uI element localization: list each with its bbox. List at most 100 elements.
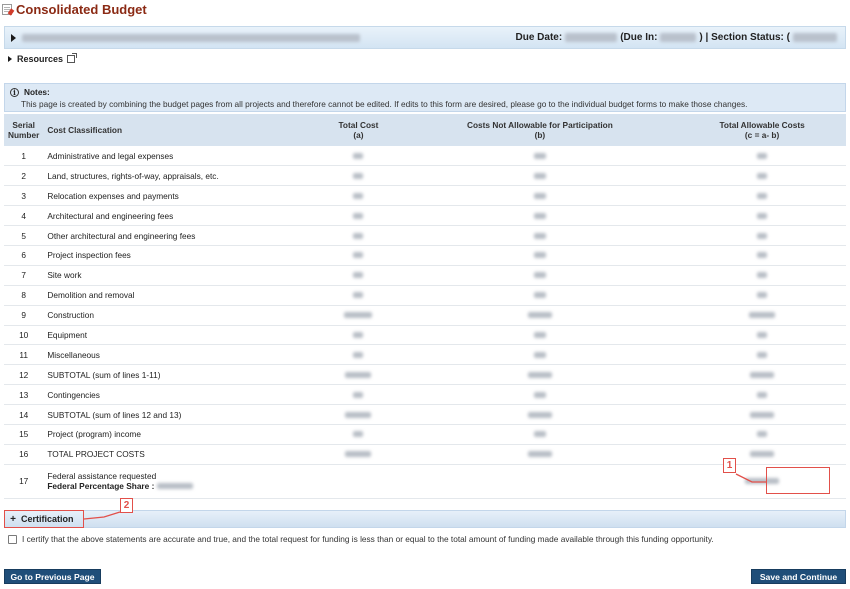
header-total-allowable: Total Allowable Costs (c = a- b)	[678, 114, 846, 146]
callout-badge-1: 1	[723, 458, 736, 473]
redacted-value	[533, 292, 546, 299]
redacted-value	[757, 351, 768, 358]
redacted-value	[353, 391, 364, 398]
cost-classification: Contingencies	[43, 384, 316, 406]
redacted-value	[533, 172, 546, 179]
allowable-cell	[678, 325, 846, 346]
redacted-value	[757, 152, 768, 159]
serial-number: 6	[4, 245, 44, 266]
table-row: 14 SUBTOTAL (sum of lines 12 and 13)	[4, 404, 846, 425]
total-cost-cell	[315, 305, 402, 326]
table-row: 10 Equipment	[4, 325, 846, 346]
table-row-federal-assistance: 17 Federal assistance requested Federal …	[4, 464, 846, 499]
redacted-value	[353, 252, 364, 259]
allowable-cell	[678, 265, 846, 286]
redacted-value	[757, 391, 768, 398]
redacted-value	[533, 232, 546, 239]
serial-number: 7	[4, 265, 44, 286]
allowable-cell	[678, 305, 846, 326]
total-cost-cell	[315, 404, 402, 425]
certification-statement: I certify that the above statements are …	[22, 534, 714, 544]
serial-number: 8	[4, 285, 44, 306]
redacted-due-date	[565, 33, 618, 42]
table-row: 13 Contingencies	[4, 384, 846, 406]
serial-number: 3	[4, 185, 44, 207]
certification-statement-row[interactable]: I certify that the above statements are …	[8, 534, 714, 544]
page-title: Consolidated Budget	[16, 1, 147, 17]
allowable-cell	[678, 205, 846, 227]
not-allowable-cell	[401, 285, 679, 306]
redacted-value	[353, 152, 364, 159]
table-row: 11 Miscellaneous	[4, 344, 846, 366]
allowable-cell	[678, 384, 846, 406]
table-row: 1 Administrative and legal expenses	[4, 146, 846, 167]
previous-page-button[interactable]: Go to Previous Page	[4, 569, 101, 584]
info-icon: i	[10, 87, 19, 97]
allowable-cell	[678, 404, 846, 425]
redacted-value	[757, 431, 768, 438]
allowable-cell	[678, 185, 846, 207]
save-and-continue-button[interactable]: Save and Continue	[751, 569, 846, 584]
redacted-value	[757, 292, 768, 299]
table-header-row: Serial Number Cost Classification Total …	[4, 114, 846, 146]
redacted-value	[345, 371, 372, 378]
due-in-label: (Due In:	[620, 32, 658, 43]
table-row: 8 Demolition and removal	[4, 285, 846, 306]
redacted-value	[757, 172, 768, 179]
not-allowable-cell	[401, 146, 679, 167]
serial-number: 16	[4, 444, 44, 465]
redacted-value	[757, 252, 768, 259]
total-cost-cell	[315, 165, 402, 187]
table-row: 16 TOTAL PROJECT COSTS	[4, 444, 846, 465]
redacted-value	[533, 152, 546, 159]
cost-classification: Administrative and legal expenses	[43, 146, 316, 167]
redacted-value	[533, 252, 546, 259]
table-row: 6 Project inspection fees	[4, 245, 846, 266]
notes-panel: i Notes: This page is created by combini…	[4, 83, 846, 112]
total-cost-cell	[315, 364, 402, 386]
cost-classification: SUBTOTAL (sum of lines 12 and 13)	[43, 404, 316, 425]
redacted-value	[533, 272, 546, 279]
redacted-project-name	[22, 33, 360, 42]
redacted-value	[757, 331, 768, 338]
total-cost-cell	[315, 146, 402, 167]
total-cost-cell	[315, 344, 402, 366]
redacted-value	[527, 371, 552, 378]
redacted-due-in	[660, 33, 697, 42]
expand-triangle-icon[interactable]	[11, 33, 16, 42]
table-row: 2 Land, structures, rights-of-way, apprai…	[4, 165, 846, 187]
not-allowable-cell	[401, 165, 679, 187]
federal-assistance-label: Federal assistance requested	[47, 471, 157, 482]
table-row: 4 Architectural and engineering fees	[4, 205, 846, 227]
allowable-cell	[678, 225, 846, 246]
serial-number: 14	[4, 404, 44, 425]
cost-classification: Demolition and removal	[43, 285, 316, 306]
budget-table-body: 1 Administrative and legal expenses 2 Land,…	[4, 146, 846, 499]
project-header-bar[interactable]: Due Date: (Due In: ) | Section Status: (	[4, 26, 846, 49]
table-row: 15 Project (program) income	[4, 424, 846, 445]
not-allowable-cell	[401, 205, 679, 227]
not-allowable-cell	[401, 245, 679, 266]
redacted-value	[533, 431, 546, 438]
notes-title: Notes:	[24, 87, 50, 97]
cost-classification: Construction	[43, 305, 316, 326]
total-cost-cell	[315, 384, 402, 406]
not-allowable-cell	[401, 384, 679, 406]
redacted-value	[353, 431, 364, 438]
certification-checkbox[interactable]	[8, 534, 17, 544]
table-row: 5 Other architectural and engineering fee…	[4, 225, 846, 246]
resources-link[interactable]: Resources	[8, 53, 78, 64]
total-cost-cell	[315, 205, 402, 227]
allowable-cell	[678, 444, 846, 465]
serial-number: 12	[4, 364, 44, 386]
serial-number: 15	[4, 424, 44, 445]
due-date-label: Due Date:	[515, 32, 563, 43]
not-allowable-cell	[401, 344, 679, 366]
redacted-value	[533, 331, 546, 338]
redacted-value	[345, 451, 372, 458]
not-allowable-cell	[401, 464, 679, 499]
allowable-cell	[678, 285, 846, 306]
cost-classification: Other architectural and engineering fees	[43, 225, 316, 246]
total-cost-cell	[315, 225, 402, 246]
cost-classification: SUBTOTAL (sum of lines 1-11)	[43, 364, 316, 386]
